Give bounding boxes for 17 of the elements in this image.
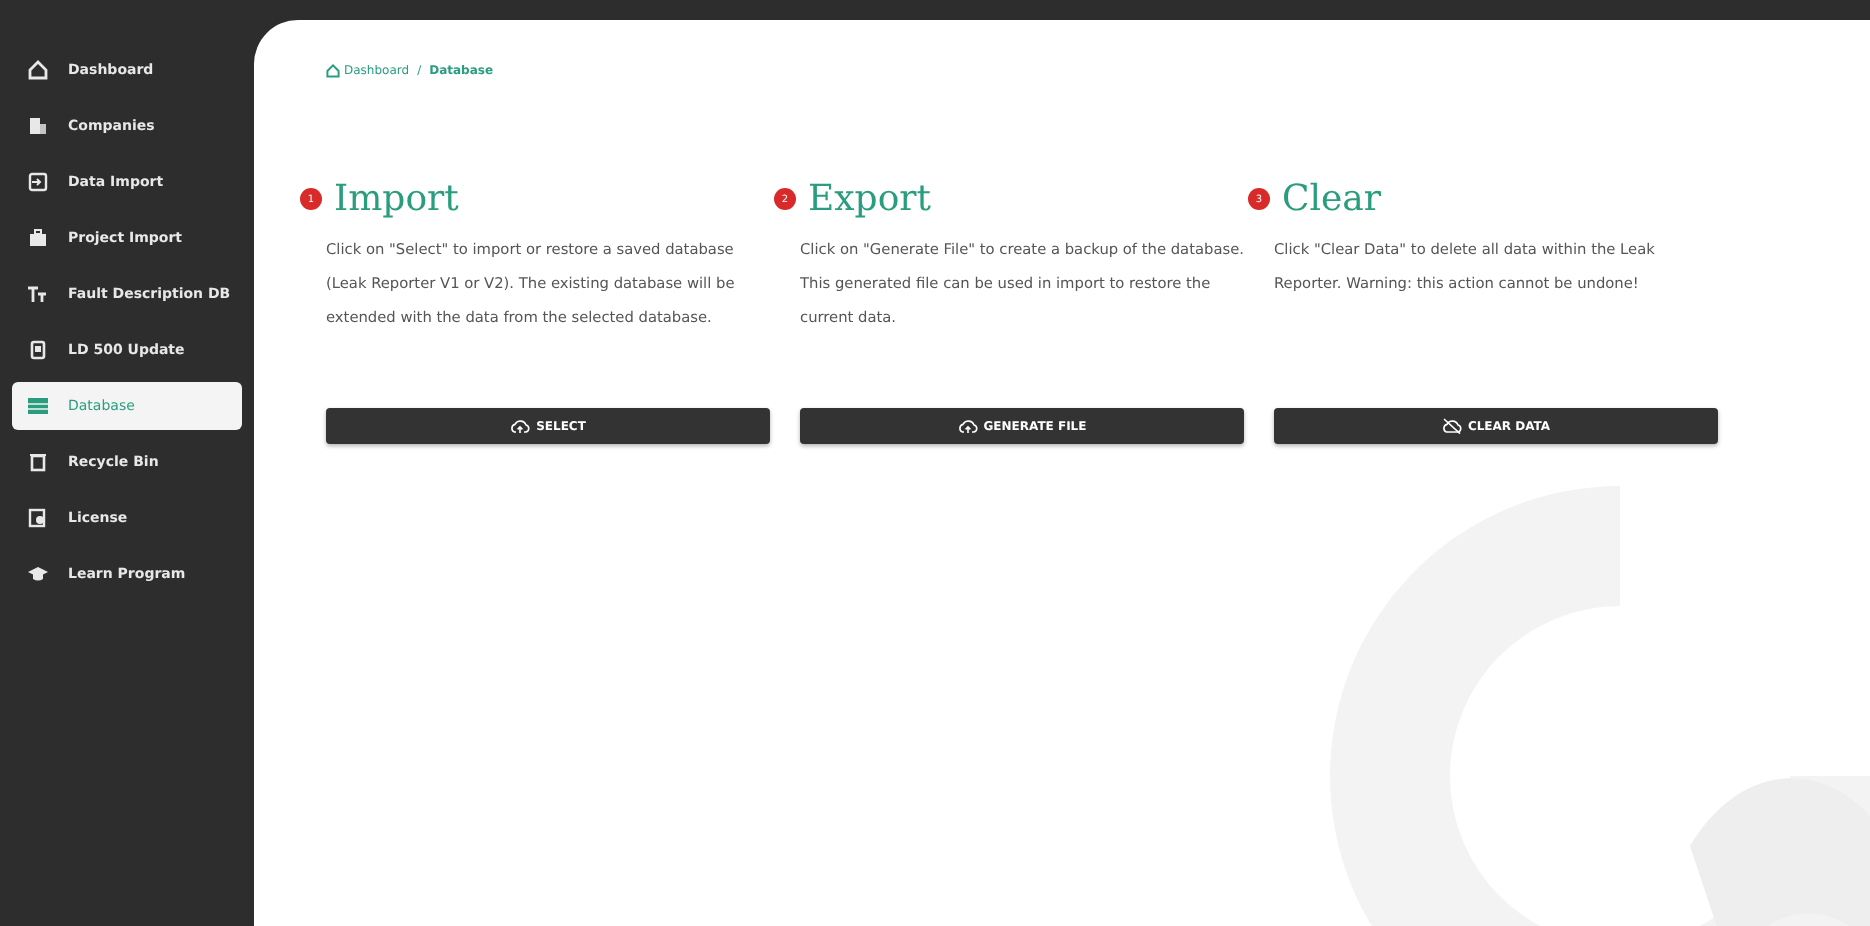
home-icon (326, 64, 340, 78)
briefcase-icon (28, 228, 48, 248)
buildings-icon (28, 116, 48, 136)
license-icon (28, 508, 48, 528)
device-icon (28, 340, 48, 360)
database-icon (28, 396, 48, 416)
bin-icon (28, 452, 48, 472)
import-icon (28, 172, 48, 192)
cloud-off-icon (1441, 418, 1462, 434)
cloud-upload-icon (957, 418, 978, 434)
section-title: Export (808, 178, 931, 220)
section-title: Clear (1282, 178, 1382, 220)
section-title: Import (334, 178, 459, 220)
home-icon (28, 60, 48, 80)
cloud-upload-icon (510, 418, 531, 434)
text-icon (28, 284, 48, 304)
cap-icon (28, 564, 48, 584)
